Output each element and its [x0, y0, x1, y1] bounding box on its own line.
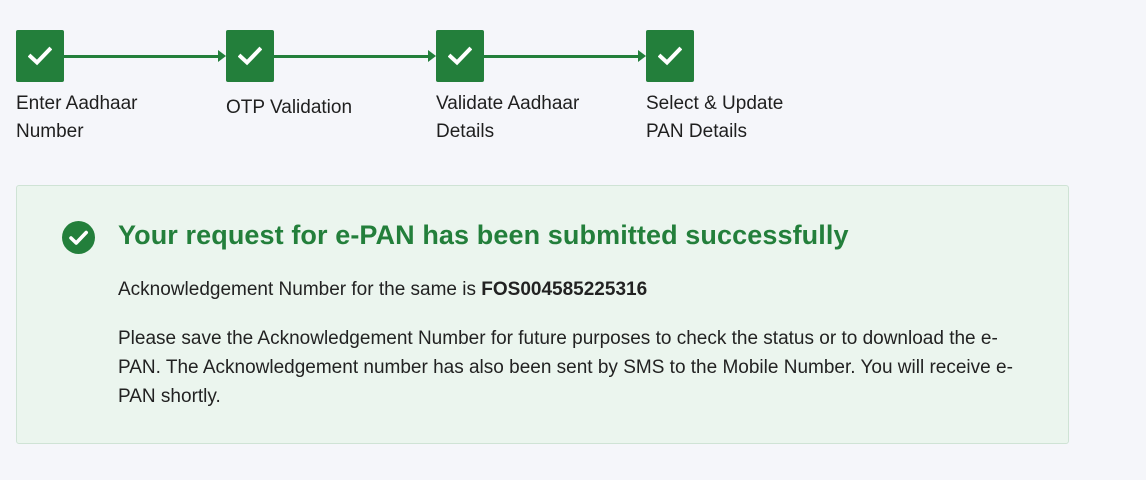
success-message-panel: Your request for e-PAN has been submitte…	[16, 185, 1069, 444]
acknowledgement-prefix: Acknowledgement Number for the same is	[118, 279, 482, 300]
step-enter-aadhaar: Enter Aadhaar Number	[16, 30, 216, 146]
step-label: Enter Aadhaar Number	[16, 93, 138, 142]
step-update-pan: Select & Update PAN Details	[646, 30, 846, 146]
step-validate-aadhaar: Validate Aadhaar Details	[436, 30, 636, 146]
check-circle-icon	[62, 221, 95, 254]
step-label: Validate Aadhaar Details	[436, 93, 580, 142]
step-label: Select & Update PAN Details	[646, 93, 784, 142]
check-icon	[16, 30, 64, 82]
acknowledgement-number: FOS004585225316	[481, 279, 648, 300]
check-icon	[226, 30, 274, 82]
progress-stepper: Enter Aadhaar Number OTP Validation Vali…	[16, 30, 816, 150]
check-icon	[646, 30, 694, 82]
acknowledgement-line: Acknowledgement Number for the same is F…	[118, 279, 647, 301]
step-label: OTP Validation	[226, 97, 353, 118]
check-icon	[436, 30, 484, 82]
step-otp-validation: OTP Validation	[226, 30, 426, 122]
info-text: Please save the Acknowledgement Number f…	[118, 328, 1013, 407]
success-title: Your request for e-PAN has been submitte…	[118, 220, 849, 250]
